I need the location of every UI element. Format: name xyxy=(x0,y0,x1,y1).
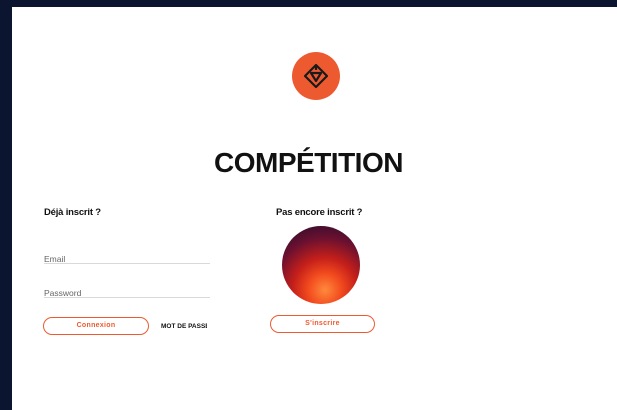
signup-heading: Pas encore inscrit ? xyxy=(276,207,363,218)
main-panel: COMPÉTITION Déjà inscrit ? Connexion MOT… xyxy=(12,7,617,410)
brand-logo-icon xyxy=(292,52,340,100)
page-title: COMPÉTITION xyxy=(214,147,403,178)
diamond-logo-icon xyxy=(303,63,329,89)
signup-button[interactable]: S'inscrire xyxy=(270,315,375,333)
email-input[interactable] xyxy=(44,252,210,266)
gradient-orb-image xyxy=(282,226,360,304)
email-field[interactable] xyxy=(44,249,210,266)
password-field[interactable] xyxy=(44,283,210,300)
forgot-password-link[interactable]: MOT DE PASSE OUBLIÉ xyxy=(161,323,207,330)
password-input[interactable] xyxy=(44,286,210,300)
login-button[interactable]: Connexion xyxy=(43,317,149,335)
login-heading: Déjà inscrit ? xyxy=(44,207,101,218)
